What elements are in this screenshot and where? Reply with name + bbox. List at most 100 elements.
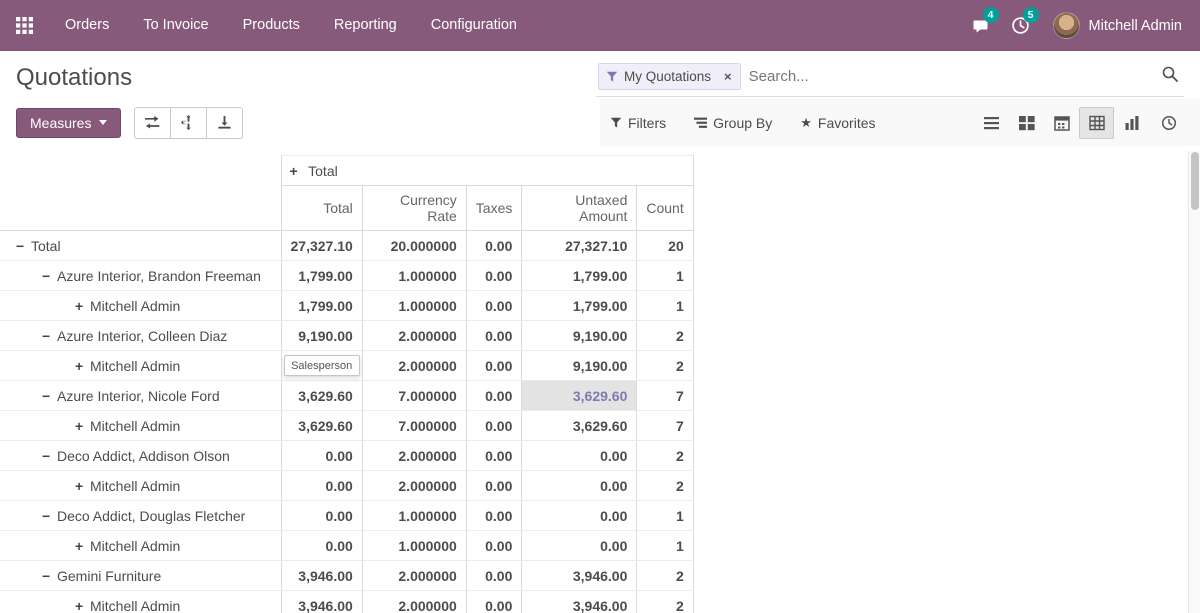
pivot-row-header[interactable]: −Azure Interior, Colleen Diaz — [0, 321, 281, 351]
collapse-icon[interactable]: − — [42, 268, 57, 284]
favorites-button[interactable]: ★ Favorites — [800, 115, 875, 131]
pivot-cell[interactable]: 0.00 — [281, 501, 362, 531]
nav-item-orders[interactable]: Orders — [48, 0, 126, 51]
pivot-cell[interactable]: 0.00 — [466, 231, 522, 261]
pivot-cell[interactable]: 2.000000 — [362, 591, 466, 613]
pivot-cell[interactable]: 1 — [637, 501, 693, 531]
pivot-cell[interactable]: 0.00 — [466, 561, 522, 591]
expand-icon[interactable]: + — [75, 598, 90, 613]
search-input[interactable] — [741, 68, 1158, 85]
calendar-view-button[interactable] — [1044, 107, 1079, 139]
pivot-cell[interactable]: 0.00 — [466, 441, 522, 471]
pivot-cell[interactable]: 3,946.00 — [281, 561, 362, 591]
scrollbar-thumb[interactable] — [1191, 152, 1199, 210]
pivot-cell[interactable]: 0.00 — [466, 531, 522, 561]
pivot-cell[interactable]: 2 — [637, 321, 693, 351]
pivot-cell[interactable]: 27,327.10 — [522, 231, 637, 261]
filters-button[interactable]: Filters — [610, 115, 666, 131]
pivot-cell[interactable]: 1.000000 — [362, 261, 466, 291]
pivot-measure-header[interactable]: Total — [281, 186, 362, 231]
vertical-scrollbar[interactable] — [1188, 151, 1200, 613]
download-button[interactable] — [206, 107, 243, 139]
pivot-column-group-header[interactable]: + Total — [281, 156, 693, 186]
pivot-row-header[interactable]: −Deco Addict, Douglas Fletcher — [0, 501, 281, 531]
nav-item-to-invoice[interactable]: To Invoice — [126, 0, 225, 51]
pivot-cell[interactable]: 0.00 — [466, 591, 522, 613]
pivot-cell[interactable]: 0.00 — [281, 441, 362, 471]
user-menu[interactable]: Mitchell Admin — [1041, 12, 1200, 39]
pivot-cell[interactable]: 1.000000 — [362, 531, 466, 561]
measures-button[interactable]: Measures — [16, 108, 121, 138]
pivot-row-header[interactable]: +Mitchell Admin — [0, 411, 281, 441]
pivot-cell[interactable]: 3,946.00 — [522, 591, 637, 613]
pivot-cell[interactable]: 1,799.00 — [281, 261, 362, 291]
activity-view-button[interactable] — [1151, 107, 1186, 139]
pivot-cell[interactable]: 2 — [637, 561, 693, 591]
pivot-cell[interactable]: 9,190.00 — [281, 321, 362, 351]
pivot-cell[interactable]: 0.00 — [466, 321, 522, 351]
pivot-measure-header[interactable]: Currency Rate — [362, 186, 466, 231]
pivot-cell[interactable]: 2 — [637, 591, 693, 613]
nav-item-configuration[interactable]: Configuration — [414, 0, 534, 51]
pivot-measure-header[interactable]: Count — [637, 186, 693, 231]
pivot-cell[interactable]: 27,327.10 — [281, 231, 362, 261]
pivot-cell[interactable]: 0.00 — [466, 471, 522, 501]
pivot-cell[interactable]: 2.000000 — [362, 561, 466, 591]
pivot-cell[interactable]: 2.000000 — [362, 351, 466, 381]
pivot-cell[interactable]: 20 — [637, 231, 693, 261]
kanban-view-button[interactable] — [1009, 107, 1044, 139]
pivot-cell[interactable]: 9,190.00 — [522, 321, 637, 351]
pivot-row-header[interactable]: +Mitchell Admin — [0, 351, 281, 381]
collapse-icon[interactable]: − — [42, 508, 57, 524]
pivot-row-header[interactable]: +Mitchell Admin — [0, 531, 281, 561]
expand-icon[interactable]: + — [75, 358, 90, 374]
pivot-cell[interactable]: 0.00 — [281, 531, 362, 561]
pivot-row-header[interactable]: +Mitchell Admin — [0, 591, 281, 613]
nav-item-reporting[interactable]: Reporting — [317, 0, 414, 51]
pivot-cell[interactable]: 0.00 — [466, 261, 522, 291]
pivot-measure-header[interactable]: Taxes — [466, 186, 522, 231]
pivot-cell[interactable]: 3,629.60 — [522, 411, 637, 441]
collapse-icon[interactable]: − — [42, 328, 57, 344]
facet-remove-icon[interactable]: × — [718, 69, 738, 84]
collapse-icon[interactable]: − — [42, 568, 57, 584]
pivot-cell[interactable]: 2 — [637, 441, 693, 471]
collapse-icon[interactable]: − — [16, 238, 31, 254]
pivot-cell[interactable]: 3,946.00 — [281, 591, 362, 613]
pivot-cell[interactable]: 0.00 — [281, 471, 362, 501]
pivot-cell[interactable]: 0.00 — [522, 501, 637, 531]
pivot-row-header[interactable]: +Mitchell Admin — [0, 471, 281, 501]
flip-axis-button[interactable] — [134, 107, 171, 139]
messages-button[interactable]: 4 — [961, 0, 1001, 51]
pivot-cell[interactable]: 2 — [637, 351, 693, 381]
pivot-cell[interactable]: 0.00 — [522, 441, 637, 471]
pivot-cell[interactable]: 1 — [637, 291, 693, 321]
pivot-cell[interactable]: 3,629.60 — [281, 411, 362, 441]
pivot-row-header[interactable]: +Mitchell Admin — [0, 291, 281, 321]
pivot-cell[interactable]: 3,629.60 — [522, 381, 637, 411]
expand-icon[interactable]: + — [75, 538, 90, 554]
pivot-cell[interactable]: 0.00 — [466, 501, 522, 531]
pivot-cell[interactable]: 2.000000 — [362, 321, 466, 351]
expand-icon[interactable]: + — [290, 163, 305, 179]
pivot-cell[interactable]: 9,190.00 — [522, 351, 637, 381]
pivot-cell[interactable]: Salesperson — [281, 351, 362, 381]
search-bar[interactable]: My Quotations × — [596, 62, 1184, 97]
pivot-measure-header[interactable]: Untaxed Amount — [522, 186, 637, 231]
nav-item-products[interactable]: Products — [226, 0, 317, 51]
pivot-row-header[interactable]: −Total — [0, 231, 281, 261]
pivot-cell[interactable]: 0.00 — [466, 351, 522, 381]
list-view-button[interactable] — [974, 107, 1009, 139]
pivot-cell[interactable]: 0.00 — [522, 531, 637, 561]
pivot-cell[interactable]: 20.000000 — [362, 231, 466, 261]
collapse-icon[interactable]: − — [42, 388, 57, 404]
search-icon[interactable] — [1158, 66, 1182, 87]
pivot-cell[interactable]: 2.000000 — [362, 441, 466, 471]
pivot-cell[interactable]: 0.00 — [466, 381, 522, 411]
expand-icon[interactable]: + — [75, 298, 90, 314]
apps-menu-icon[interactable] — [0, 0, 48, 51]
pivot-view-button[interactable] — [1079, 107, 1114, 139]
pivot-row-header[interactable]: −Gemini Furniture — [0, 561, 281, 591]
pivot-cell[interactable]: 3,629.60 — [281, 381, 362, 411]
pivot-cell[interactable]: 1,799.00 — [281, 291, 362, 321]
